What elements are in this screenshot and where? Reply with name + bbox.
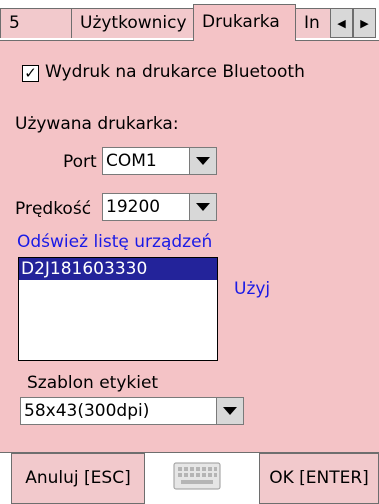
speed-select[interactable]: 19200 xyxy=(102,193,217,221)
use-device-link[interactable]: Użyj xyxy=(234,279,270,299)
ok-button[interactable]: OK [ENTER] xyxy=(259,453,379,504)
chevron-down-icon xyxy=(223,407,237,415)
template-label: Szablon etykiet xyxy=(27,373,159,393)
port-value: COM1 xyxy=(106,151,157,171)
speed-label: Prędkość xyxy=(15,199,92,219)
tab-scroll-left-icon[interactable]: ◀ xyxy=(330,8,353,38)
list-item[interactable]: D2J181603330 xyxy=(19,258,217,280)
refresh-devices-link[interactable]: Odśwież listę urządzeń xyxy=(17,232,212,252)
port-dropdown-button[interactable] xyxy=(189,148,216,174)
tab-scroll-right-icon[interactable]: ▶ xyxy=(353,8,376,38)
tab-scroll: ◀ ▶ xyxy=(330,8,379,38)
device-list[interactable]: D2J181603330 xyxy=(18,257,218,361)
port-select[interactable]: COM1 xyxy=(102,147,217,175)
port-label: Port xyxy=(63,152,97,172)
tab-bar: 5 Użytkownicy Drukarka In ◀ ▶ xyxy=(0,0,379,41)
tab-uzytkownicy[interactable]: Użytkownicy xyxy=(71,8,194,38)
template-dropdown-button[interactable] xyxy=(216,398,243,424)
printer-settings-panel: ✓ Wydruk na drukarce Bluetooth Używana d… xyxy=(0,40,379,452)
cancel-button[interactable]: Anuluj [ESC] xyxy=(11,453,145,504)
chevron-down-icon xyxy=(196,203,210,211)
template-select[interactable]: 58x43(300dpi) xyxy=(20,397,244,425)
chevron-down-icon xyxy=(196,157,210,165)
printer-section-label: Używana drukarka: xyxy=(15,114,179,134)
template-value: 58x43(300dpi) xyxy=(24,401,150,421)
tab-in[interactable]: In xyxy=(295,8,335,38)
bluetooth-label: Wydruk na drukarce Bluetooth xyxy=(45,62,305,82)
tab-5[interactable]: 5 xyxy=(0,8,72,38)
bluetooth-checkbox[interactable]: ✓ xyxy=(22,65,39,82)
speed-dropdown-button[interactable] xyxy=(189,194,216,220)
speed-value: 19200 xyxy=(106,197,161,217)
bottom-bar: Anuluj [ESC] OK [ENTER] xyxy=(0,452,379,504)
checkmark-icon: ✓ xyxy=(24,64,37,82)
keyboard-icon[interactable] xyxy=(173,461,221,491)
tab-drukarka[interactable]: Drukarka xyxy=(193,4,296,41)
